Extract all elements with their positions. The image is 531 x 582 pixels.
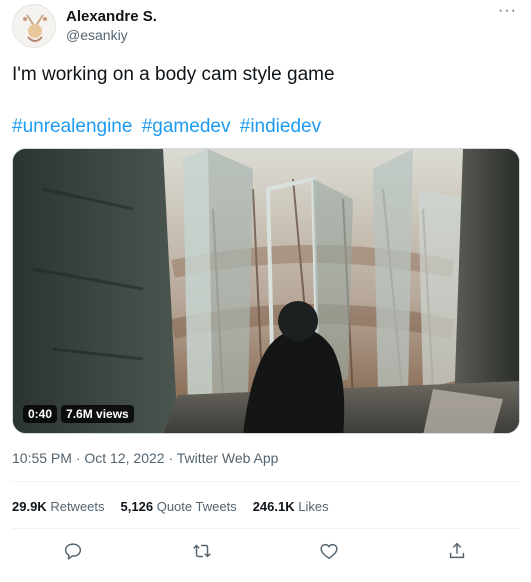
tweet-date[interactable]: Oct 12, 2022 bbox=[84, 450, 164, 466]
video-thumbnail bbox=[13, 149, 519, 433]
avatar-image bbox=[13, 5, 55, 47]
author-name[interactable]: Alexandre S. bbox=[66, 8, 157, 25]
avatar[interactable] bbox=[12, 4, 56, 48]
tweet-source: Twitter Web App bbox=[176, 450, 279, 466]
retweets-label: Retweets bbox=[50, 499, 105, 514]
retweets-count: 29.9K bbox=[12, 499, 47, 514]
video-badges: 0:40 7.6M views bbox=[23, 405, 134, 423]
tweet-stats: 29.9K Retweets 5,126 Quote Tweets 246.1K… bbox=[12, 499, 329, 514]
like-button[interactable] bbox=[318, 540, 342, 564]
hashtag-link[interactable]: #indiedev bbox=[240, 116, 321, 137]
tweet-metadata: 10:55 PM · Oct 12, 2022 · Twitter Web Ap… bbox=[12, 450, 278, 466]
likes-count: 246.1K bbox=[252, 499, 295, 514]
share-button[interactable] bbox=[446, 540, 470, 564]
tweet: Alexandre S. @esankiy ··· I'm working on… bbox=[0, 0, 531, 582]
divider bbox=[12, 528, 519, 529]
author-handle[interactable]: @esankiy bbox=[66, 27, 128, 43]
like-icon bbox=[320, 543, 338, 560]
tweet-text: I'm working on a body cam style game bbox=[12, 64, 335, 85]
video-player[interactable]: 0:40 7.6M views bbox=[12, 148, 520, 434]
likes-label: Likes bbox=[298, 499, 329, 514]
hashtag-link[interactable]: #unrealengine bbox=[12, 116, 132, 137]
retweet-button[interactable] bbox=[191, 540, 215, 564]
retweet-icon bbox=[193, 544, 211, 558]
likes-stat[interactable]: 246.1K Likes bbox=[253, 499, 329, 514]
divider bbox=[12, 481, 519, 482]
quote-tweets-stat[interactable]: 5,126 Quote Tweets bbox=[121, 499, 237, 514]
meta-separator: · bbox=[71, 450, 85, 466]
share-icon bbox=[449, 542, 465, 559]
quote-tweets-count: 5,126 bbox=[120, 499, 154, 514]
reply-button[interactable] bbox=[62, 540, 86, 564]
tweet-time[interactable]: 10:55 PM bbox=[12, 450, 72, 466]
hashtags: #unrealengine #gamedev #indiedev bbox=[12, 116, 325, 138]
more-options-icon[interactable]: ··· bbox=[498, 3, 517, 19]
meta-separator: · bbox=[164, 450, 177, 466]
video-views: 7.6M views bbox=[61, 405, 134, 423]
quote-tweets-label: Quote Tweets bbox=[156, 499, 237, 514]
reply-icon bbox=[64, 543, 82, 560]
retweets-stat[interactable]: 29.9K Retweets bbox=[12, 499, 105, 514]
hashtag-link[interactable]: #gamedev bbox=[142, 116, 231, 137]
video-duration: 0:40 bbox=[23, 405, 58, 423]
tweet-actions bbox=[0, 540, 531, 564]
